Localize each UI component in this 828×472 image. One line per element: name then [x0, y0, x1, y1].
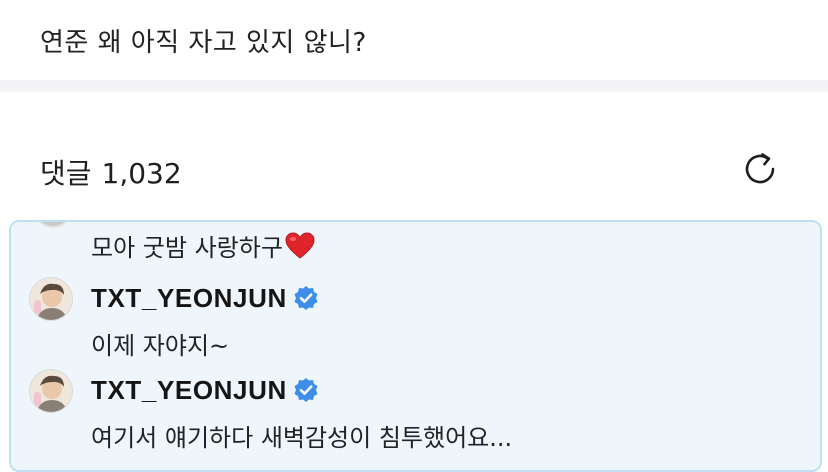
verified-badge-icon	[293, 377, 319, 410]
avatar[interactable]	[29, 277, 73, 321]
comment-text-content: 모아 굿밤 사랑하구	[91, 234, 283, 262]
comment-text: 모아 굿밤 사랑하구	[91, 228, 315, 266]
refresh-icon	[745, 153, 775, 184]
avatar-image	[30, 370, 72, 412]
comments-label: 댓글 1,032	[40, 152, 182, 192]
refresh-button[interactable]	[738, 147, 782, 191]
comment-author-row[interactable]: TXT_YEONJUN	[29, 369, 729, 419]
comment-author[interactable]: TXT_YEONJUN	[91, 375, 319, 410]
comment-thread: 모아 굿밤 사랑하구 TXT_YEONJUN 이제 자야지~ TXT_YEONJ…	[9, 220, 822, 472]
comment-text: 이제 자야지~	[91, 332, 230, 360]
comment-text: 여기서 얘기하다 새벽감성이 침투했어요...	[91, 424, 513, 452]
verified-badge-icon	[293, 285, 319, 318]
comment-author[interactable]: TXT_YEONJUN	[91, 283, 319, 318]
heart-icon	[285, 232, 315, 266]
avatar-image	[30, 278, 72, 320]
comments-count: 1,032	[101, 157, 182, 190]
comment-author-name[interactable]: TXT_YEONJUN	[91, 375, 287, 405]
post-title: 연준 왜 아직 자고 있지 않니?	[40, 28, 367, 58]
section-separator	[0, 80, 828, 92]
comments-header: 댓글 1,032	[0, 92, 828, 218]
comment-author-row[interactable]: TXT_YEONJUN	[29, 277, 729, 327]
comment-author-name[interactable]: TXT_YEONJUN	[91, 283, 287, 313]
post-header: 연준 왜 아직 자고 있지 않니?	[0, 0, 828, 80]
comments-label-text: 댓글	[40, 157, 92, 190]
avatar	[33, 222, 73, 228]
avatar[interactable]	[29, 369, 73, 413]
